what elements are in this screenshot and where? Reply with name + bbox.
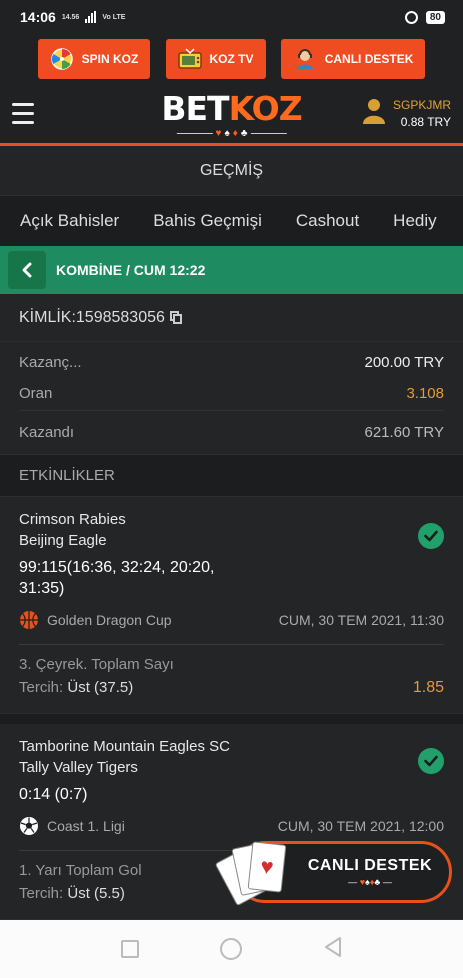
battery-icon: 80 xyxy=(425,10,445,24)
check-circle-icon xyxy=(418,748,444,774)
pick-label: Tercih: xyxy=(19,679,64,696)
coupon-header: KOMBİNE / CUM 12:22 xyxy=(0,246,463,294)
pick-label: Tercih: xyxy=(19,885,64,902)
coupon-id-row: KİMLİK: 1598583056 xyxy=(0,294,463,342)
canli-destek-button[interactable]: CANLI DESTEK xyxy=(280,39,426,79)
tv-icon xyxy=(177,47,202,71)
chevron-left-icon xyxy=(22,262,32,278)
event-team-away: Tally Valley Tigers xyxy=(19,759,138,776)
event-card: Crimson Rabies Beijing Eagle 99:115(16:3… xyxy=(0,497,463,714)
volte-label: Vo LTE xyxy=(102,13,126,21)
suits-decoration: — ♥♠♦♣ — xyxy=(348,877,392,887)
copy-icon[interactable] xyxy=(169,311,182,324)
user-avatar-icon xyxy=(362,98,385,129)
won-value: 621.60 TRY xyxy=(364,424,444,441)
status-bar: 14:06 14.56 Vo LTE 80 xyxy=(0,0,463,34)
event-market: 3. Çeyrek. Toplam Sayı Tercih: Üst (37.5… xyxy=(19,644,444,713)
canli-destek-label: CANLI DESTEK xyxy=(324,52,414,66)
tab-acik-bahisler[interactable]: Açık Bahisler xyxy=(20,211,119,231)
back-button[interactable] xyxy=(8,251,46,289)
tab-cashout[interactable]: Cashout xyxy=(296,211,359,231)
market-name: 3. Çeyrek. Toplam Sayı xyxy=(19,656,174,673)
support-agent-icon xyxy=(293,47,317,71)
soccer-ball-icon xyxy=(19,816,39,836)
koz-tv-label: KOZ TV xyxy=(209,52,254,66)
event-score: 0:14 (0:7) xyxy=(19,786,88,803)
rotation-lock-icon xyxy=(404,10,418,24)
stake-label: Kazanç... xyxy=(19,354,82,371)
event-date: CUM, 30 TEM 2021, 11:30 xyxy=(278,612,444,628)
pick-value: Üst (5.5) xyxy=(67,885,125,902)
pick-odds: 1.85 xyxy=(412,679,444,696)
network-speed: 14.56 xyxy=(61,13,80,21)
event-score: 99:115(16:36, 32:24, 20:20, 31:35) xyxy=(19,559,215,597)
recents-icon[interactable] xyxy=(120,940,139,958)
event-date: CUM, 30 TEM 2021, 12:00 xyxy=(277,818,444,834)
home-icon[interactable] xyxy=(219,938,242,960)
coupon-title: KOMBİNE / CUM 12:22 xyxy=(56,262,206,278)
user-balance: 0.88 TRY xyxy=(400,115,451,129)
event-team-home: Crimson Rabies xyxy=(19,511,126,528)
koz-tv-button[interactable]: KOZ TV xyxy=(165,39,266,79)
logo-text-main: BET xyxy=(161,89,229,128)
spin-koz-label: SPIN KOZ xyxy=(81,52,139,66)
signal-icon xyxy=(85,11,97,23)
menu-icon[interactable] xyxy=(12,103,34,124)
live-support-label: CANLI DESTEK xyxy=(307,857,433,874)
system-nav-bar xyxy=(0,920,463,978)
bet-tabs: Açık Bahisler Bahis Geçmişi Cashout Hedi… xyxy=(0,196,463,246)
odds-value: 3.108 xyxy=(406,385,444,402)
basketball-icon xyxy=(19,610,39,630)
wheel-icon xyxy=(50,47,74,71)
page-title: GEÇMİŞ xyxy=(0,146,463,196)
coupon-summary: Kazanç... 200.00 TRY Oran 3.108 Kazandı … xyxy=(0,342,463,455)
event-team-home: Tamborine Mountain Eagles SC xyxy=(19,738,230,755)
event-league: Coast 1. Ligi xyxy=(47,818,125,834)
pick-value: Üst (37.5) xyxy=(67,679,134,696)
coupon-id-value: 1598583056 xyxy=(75,308,165,326)
odds-label: Oran xyxy=(19,385,53,402)
logo-text-accent: KOZ xyxy=(228,89,303,128)
betkoz-logo[interactable]: BETKOZ ♥ ♠ ♦ ♣ xyxy=(161,89,303,140)
live-support-float-button[interactable]: CANLI DESTEK — ♥♠♦♣ — ♥ xyxy=(214,835,454,913)
tab-bahis-gecmisi[interactable]: Bahis Geçmişi xyxy=(153,211,262,231)
event-league: Golden Dragon Cup xyxy=(47,612,172,628)
won-label: Kazandı xyxy=(19,424,75,441)
app-header: BETKOZ ♥ ♠ ♦ ♣ SGPKJMR 0.88 TRY xyxy=(0,84,463,146)
event-team-away: Beijing Eagle xyxy=(19,532,107,549)
spin-koz-button[interactable]: SPIN KOZ xyxy=(37,39,151,79)
clock: 14:06 xyxy=(20,9,56,25)
check-circle-icon xyxy=(418,523,444,549)
username: SGPKJMR xyxy=(392,98,451,112)
promo-bar: SPIN KOZ KOZ TV CANLI DESTEK xyxy=(0,34,463,84)
user-account[interactable]: SGPKJMR 0.88 TRY xyxy=(362,98,451,129)
events-heading: ETKİNLİKLER xyxy=(0,455,463,497)
logo-suits: ♥ ♠ ♦ ♣ xyxy=(161,128,301,139)
stake-value: 200.00 TRY xyxy=(364,354,444,371)
playing-cards-icon: ♥ xyxy=(214,835,298,913)
coupon-id-label: KİMLİK: xyxy=(19,308,76,326)
tab-hediye[interactable]: Hediy xyxy=(393,211,436,231)
back-nav-icon[interactable] xyxy=(323,936,343,963)
